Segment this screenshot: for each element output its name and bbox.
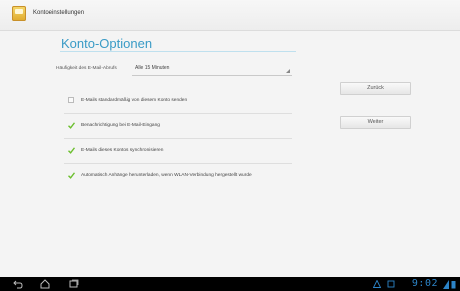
checkbox-checked-icon[interactable]: [68, 147, 75, 154]
notification-icon: [387, 280, 395, 288]
option-label: Automatisch Anhänge herunterladen, wenn …: [81, 173, 252, 178]
checkbox-checked-icon[interactable]: [68, 172, 75, 179]
frequency-label: Häufigkeit des E-Mail-Abrufs: [56, 66, 117, 71]
checkbox-unchecked-icon[interactable]: [68, 97, 74, 103]
title-divider: [60, 51, 296, 52]
app-title: Kontoeinstellungen: [33, 10, 85, 16]
dropdown-arrow-icon: [286, 69, 290, 73]
next-button[interactable]: Weiter: [340, 116, 411, 129]
warning-icon: [373, 280, 381, 288]
option-row-sync[interactable]: E-Mails dieses Kontos synchronisieren: [64, 139, 292, 164]
clock: 9:02: [411, 278, 438, 289]
back-icon[interactable]: [13, 279, 23, 289]
option-row-attachments[interactable]: Automatisch Anhänge herunterladen, wenn …: [64, 164, 292, 188]
frequency-select[interactable]: Alle 15 Minuten: [132, 62, 292, 76]
frequency-value: Alle 15 Minuten: [135, 65, 170, 71]
wifi-icon: [443, 280, 449, 289]
option-row-notification[interactable]: Benachrichtigung bei E-Mail-Eingang: [64, 114, 292, 139]
home-icon[interactable]: [40, 279, 50, 289]
page-title: Konto-Optionen: [61, 36, 153, 51]
option-label: E-Mails dieses Kontos synchronisieren: [81, 148, 164, 153]
option-label: E-Mails standardmäßig von diesem Konto s…: [81, 98, 188, 103]
action-bar: Kontoeinstellungen: [0, 0, 460, 31]
checkbox-checked-icon[interactable]: [68, 122, 75, 129]
battery-icon: [451, 281, 456, 289]
option-row-default-send[interactable]: E-Mails standardmäßig von diesem Konto s…: [64, 89, 292, 114]
recent-apps-icon[interactable]: [69, 279, 79, 289]
back-button[interactable]: Zurück: [340, 82, 411, 95]
email-app-icon: [12, 6, 26, 21]
option-label: Benachrichtigung bei E-Mail-Eingang: [81, 123, 160, 128]
system-nav-bar: 9:02: [0, 277, 460, 291]
